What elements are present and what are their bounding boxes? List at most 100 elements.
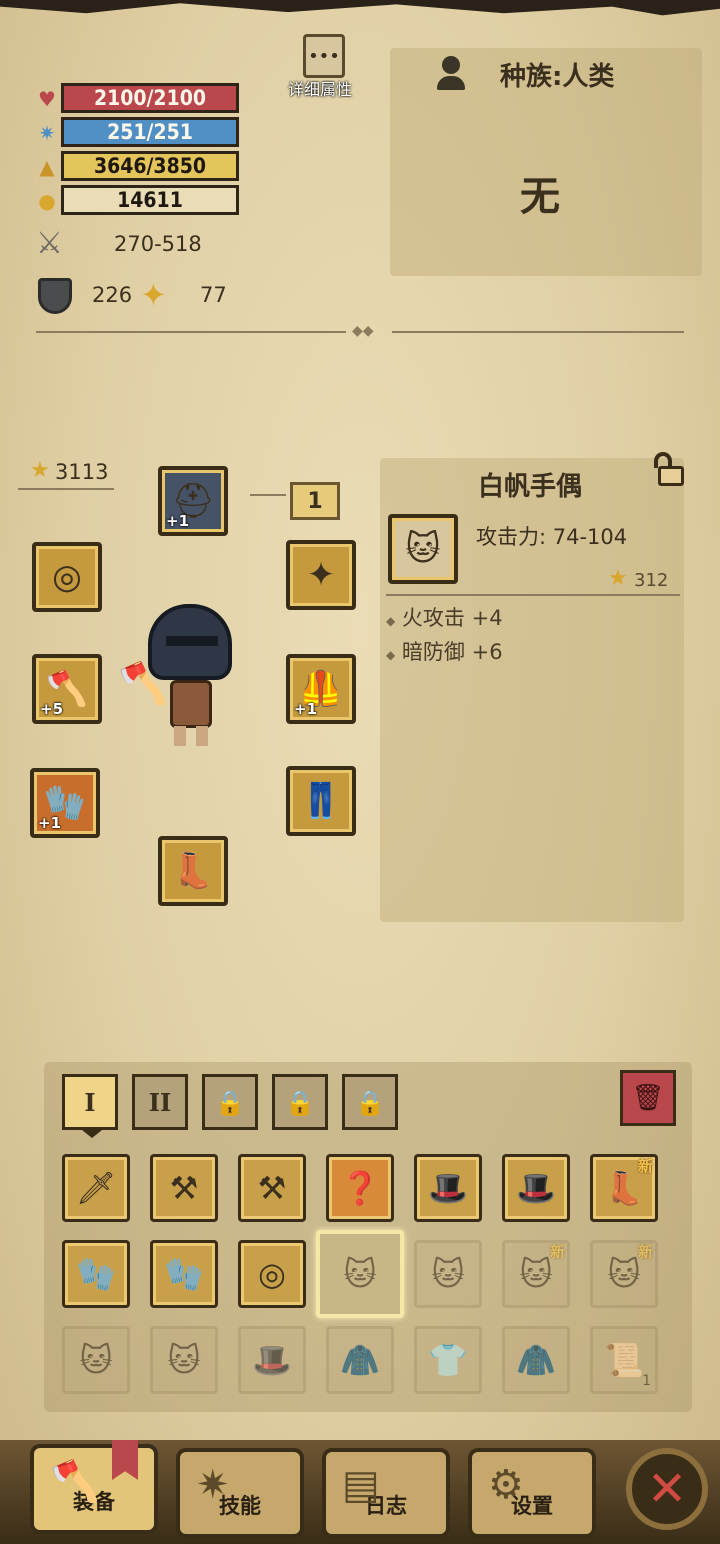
inventory-slot[interactable]: 🧥: [502, 1326, 570, 1394]
nav-equip[interactable]: 🪓 装备: [30, 1444, 158, 1534]
trash-button[interactable]: 🗑: [620, 1070, 676, 1126]
inventory-slot[interactable]: 🎩: [414, 1154, 482, 1222]
slot-pants[interactable]: 👖: [286, 766, 356, 836]
mana-icon: ✷: [38, 121, 56, 145]
inventory-slot[interactable]: 🐱 新: [590, 1240, 658, 1308]
tab-locked-5[interactable]: 🔒: [342, 1074, 398, 1130]
gold-icon: ●: [38, 189, 56, 213]
item-attack: 攻击力: 74-104: [476, 525, 628, 549]
ring-icon: ◎: [52, 557, 82, 597]
mp-bar: 251/251: [61, 117, 239, 147]
inventory-slot[interactable]: 🎩: [502, 1154, 570, 1222]
inventory-slot[interactable]: 🐱 新: [502, 1240, 570, 1308]
new-badge: 新: [637, 1243, 653, 1261]
inventory-slot[interactable]: ❓: [326, 1154, 394, 1222]
divider-right: [392, 331, 684, 333]
selected-item-icon: 🐱: [388, 514, 458, 584]
defense-value: 226: [92, 283, 133, 307]
character-axe-icon: 🪓: [118, 661, 168, 707]
cloth-icon: 🧥: [340, 1341, 380, 1379]
top-border: [0, 0, 720, 16]
hat-icon: 🎩: [252, 1341, 292, 1379]
trash-icon: 🗑: [631, 1083, 665, 1113]
pants-icon: 👖: [299, 781, 343, 821]
slot-boots[interactable]: 👢: [158, 836, 228, 906]
nav-skills[interactable]: ✷ 技能: [176, 1448, 304, 1538]
inventory-slot[interactable]: 🧥: [326, 1326, 394, 1394]
tab-locked-3[interactable]: 🔒: [202, 1074, 258, 1130]
inventory-slot[interactable]: ⚒: [238, 1154, 306, 1222]
slot-armor[interactable]: 🦺 +1: [286, 654, 356, 724]
slot-weapon[interactable]: 🪓 +5: [32, 654, 102, 724]
padlock-icon: 🔒: [215, 1087, 245, 1117]
inventory-slot[interactable]: 📜 1: [590, 1326, 658, 1394]
item-divider: [386, 594, 680, 596]
lock-icon[interactable]: [648, 452, 688, 486]
character-portrait: 🪓: [118, 600, 238, 750]
level-badge: 1: [290, 482, 340, 520]
gauntlet-icon: 🧤: [76, 1255, 116, 1293]
detail-attributes-label: 详细属性: [288, 80, 353, 99]
close-button[interactable]: ✕: [626, 1448, 708, 1530]
inventory-slot[interactable]: 🧤: [62, 1240, 130, 1308]
connector-line: [18, 488, 114, 490]
inventory-slot[interactable]: 🐱: [414, 1240, 482, 1308]
inventory-slot[interactable]: 👢 新: [590, 1154, 658, 1222]
inventory-slot[interactable]: 🧤: [150, 1240, 218, 1308]
skill-icon: ✷: [196, 1462, 230, 1508]
xp-icon: ▲: [39, 155, 55, 179]
close-icon: ✕: [646, 1461, 688, 1517]
journal-icon: ▤: [342, 1462, 380, 1508]
detail-attributes-button[interactable]: •••: [303, 34, 345, 78]
hp-bar: 2100/2100: [61, 83, 239, 113]
slot-gloves[interactable]: 🧤 +1: [30, 768, 100, 838]
divider-ornament: ◆◆: [352, 323, 374, 339]
bracer-icon: 🧤: [164, 1255, 204, 1293]
axe-icon: 🪓: [50, 1459, 100, 1505]
inventory-slot[interactable]: 👕: [414, 1326, 482, 1394]
tab-page-2[interactable]: II: [132, 1074, 188, 1130]
puppet-icon: 🐱: [607, 1255, 641, 1293]
slot-ring[interactable]: ◎: [32, 542, 102, 612]
inventory-slot[interactable]: 🗡: [62, 1154, 130, 1222]
slot-helmet[interactable]: ⛑ +1: [158, 466, 228, 536]
pitchfork-icon: ⚒: [257, 1169, 287, 1207]
tab-page-1[interactable]: I: [62, 1074, 118, 1130]
nav-log[interactable]: ▤ 日志: [322, 1448, 450, 1538]
padlock-icon: 🔒: [355, 1087, 385, 1117]
xp-bar: 3646/3850: [61, 151, 239, 181]
crossed-swords-icon: ⚔: [36, 226, 63, 261]
boots-icon: 👢: [171, 851, 215, 891]
item-name: 白帆手偶: [478, 472, 583, 502]
amulet-icon: ✦: [306, 555, 336, 595]
inventory-slot[interactable]: 🐱: [150, 1326, 218, 1394]
armor-plus: +1: [294, 700, 318, 718]
puppet-icon: 🐱: [405, 529, 441, 569]
item-attr-1: ◆ 火攻击 +4: [386, 606, 503, 630]
luck-icon: ✦: [140, 276, 167, 314]
nav-settings[interactable]: ⚙ 设置: [468, 1448, 596, 1538]
padlock-icon: 🔒: [285, 1087, 315, 1117]
slot-necklace[interactable]: ✦: [286, 540, 356, 610]
puppet-icon: 🐱: [79, 1341, 113, 1379]
pitchfork-icon: ⚒: [169, 1169, 199, 1207]
hood-icon: 🧥: [516, 1341, 556, 1379]
dots-icon: •••: [308, 45, 340, 67]
item-star-icon: ★: [608, 566, 628, 591]
inventory-slot-selected[interactable]: 🐱: [316, 1230, 404, 1318]
person-icon: [437, 56, 465, 90]
shield-icon: [38, 278, 72, 314]
inventory-slot[interactable]: ◎: [238, 1240, 306, 1308]
weapon-plus: +5: [40, 700, 64, 718]
connector-line-right: [250, 494, 286, 496]
puppet-icon: 🐱: [519, 1255, 553, 1293]
item-count: 1: [642, 1373, 651, 1389]
gear-icon: ⚙: [488, 1462, 524, 1508]
inventory-slot[interactable]: 🎩: [238, 1326, 306, 1394]
glove-plus: +1: [38, 814, 62, 832]
inventory-slot[interactable]: ⚒: [150, 1154, 218, 1222]
scroll-icon: 📜: [604, 1341, 644, 1379]
heart-icon: ♥: [38, 87, 56, 111]
tab-locked-4[interactable]: 🔒: [272, 1074, 328, 1130]
inventory-slot[interactable]: 🐱: [62, 1326, 130, 1394]
